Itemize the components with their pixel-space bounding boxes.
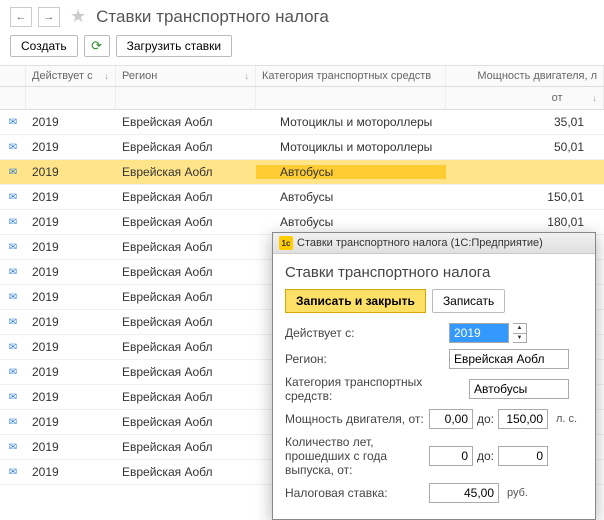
row-icon: ✉ [0,467,26,478]
cell-year: 2019 [26,440,116,454]
cell-region: Еврейская Аобл [116,165,256,179]
cell-year: 2019 [26,390,116,404]
label-region: Регион: [285,352,445,366]
row-icon: ✉ [0,217,26,228]
nav-forward-button[interactable]: → [38,7,60,27]
cell-year: 2019 [26,140,116,154]
unit-hp: л. с. [556,413,577,425]
row-icon: ✉ [0,367,26,378]
cell-region: Еврейская Аобл [116,390,256,404]
col-effective-from[interactable]: Действует с↓ [26,66,116,86]
dialog-window-title: Ставки транспортного налога (1С:Предприя… [297,237,543,249]
power-from-input[interactable] [429,409,473,429]
cell-region: Еврейская Аобл [116,215,256,229]
cell-year: 2019 [26,215,116,229]
cell-region: Еврейская Аобл [116,115,256,129]
col-region[interactable]: Регион↓ [116,66,256,86]
row-icon: ✉ [0,317,26,328]
cell-year: 2019 [26,315,116,329]
row-icon: ✉ [0,167,26,178]
cell-category: Мотоциклы и мотороллеры [256,115,446,129]
cell-year: 2019 [26,290,116,304]
dialog-titlebar[interactable]: 1c Ставки транспортного налога (1С:Предп… [273,233,595,254]
power-to-input[interactable] [498,409,548,429]
cell-region: Еврейская Аобл [116,140,256,154]
save-close-button[interactable]: Записать и закрыть [285,289,426,313]
cell-power: 35,01 [446,115,604,129]
favorite-star-icon[interactable]: ★ [70,6,86,27]
edit-dialog: 1c Ставки транспортного налога (1С:Предп… [272,232,596,520]
cell-region: Еврейская Аобл [116,340,256,354]
cell-power: 150,01 [446,190,604,204]
cell-category: Автобусы [256,165,446,179]
cell-category: Мотоциклы и мотороллеры [256,140,446,154]
table-row[interactable]: ✉2019Еврейская АоблМотоциклы и моторолле… [0,135,604,160]
label-rate: Налоговая ставка: [285,486,425,500]
row-icon: ✉ [0,392,26,403]
cell-region: Еврейская Аобл [116,465,256,479]
rate-input[interactable] [429,483,499,503]
cell-year: 2019 [26,165,116,179]
cell-region: Еврейская Аобл [116,290,256,304]
row-icon: ✉ [0,342,26,353]
cell-year: 2019 [26,190,116,204]
cell-region: Еврейская Аобл [116,440,256,454]
cell-year: 2019 [26,465,116,479]
cell-region: Еврейская Аобл [116,415,256,429]
load-rates-button[interactable]: Загрузить ставки [116,35,233,57]
refresh-icon[interactable]: ⟳ [84,35,110,57]
cell-year: 2019 [26,365,116,379]
table-row[interactable]: ✉2019Еврейская АоблАвтобусы150,01 [0,185,604,210]
cell-region: Еврейская Аобл [116,190,256,204]
category-input[interactable] [469,379,569,399]
years-from-input[interactable] [429,446,473,466]
table-row[interactable]: ✉2019Еврейская АоблАвтобусы [0,160,604,185]
label-to-2: до: [477,449,494,463]
nav-back-button[interactable]: ← [10,7,32,27]
year-spinner[interactable]: ▲▼ [513,323,527,343]
region-input[interactable] [449,349,569,369]
cell-year: 2019 [26,340,116,354]
cell-power: 180,01 [446,215,604,229]
page-title: Ставки транспортного налога [96,7,329,27]
cell-power: 50,01 [446,140,604,154]
cell-category: Автобусы [256,215,446,229]
row-icon: ✉ [0,292,26,303]
cell-year: 2019 [26,265,116,279]
label-category: Категория транспортных средств: [285,375,465,403]
row-icon: ✉ [0,142,26,153]
cell-year: 2019 [26,115,116,129]
col-power-from[interactable]: от↓ [446,87,604,109]
label-effective-from: Действует с: [285,326,445,340]
cell-region: Еврейская Аобл [116,365,256,379]
row-icon: ✉ [0,267,26,278]
cell-region: Еврейская Аобл [116,315,256,329]
label-years: Количество лет, прошедших с года выпуска… [285,435,425,477]
cell-category: Автобусы [256,190,446,204]
row-icon: ✉ [0,117,26,128]
label-to: до: [477,412,494,426]
cell-year: 2019 [26,415,116,429]
create-button[interactable]: Создать [10,35,78,57]
label-power-from: Мощность двигателя, от: [285,412,425,426]
row-icon: ✉ [0,192,26,203]
app-logo-icon: 1c [279,236,293,250]
table-header: Действует с↓ Регион↓ Категория транспорт… [0,66,604,87]
col-power[interactable]: Мощность двигателя, л [446,66,604,86]
dialog-heading: Ставки транспортного налога [285,264,583,281]
cell-region: Еврейская Аобл [116,265,256,279]
row-icon: ✉ [0,442,26,453]
years-to-input[interactable] [498,446,548,466]
table-row[interactable]: ✉2019Еврейская АоблМотоциклы и моторолле… [0,110,604,135]
row-icon: ✉ [0,417,26,428]
row-icon: ✉ [0,242,26,253]
save-button[interactable]: Записать [432,289,505,313]
cell-year: 2019 [26,240,116,254]
cell-region: Еврейская Аобл [116,240,256,254]
effective-from-input[interactable] [449,323,509,343]
col-category[interactable]: Категория транспортных средств [256,66,446,86]
unit-rub: руб. [507,487,528,499]
